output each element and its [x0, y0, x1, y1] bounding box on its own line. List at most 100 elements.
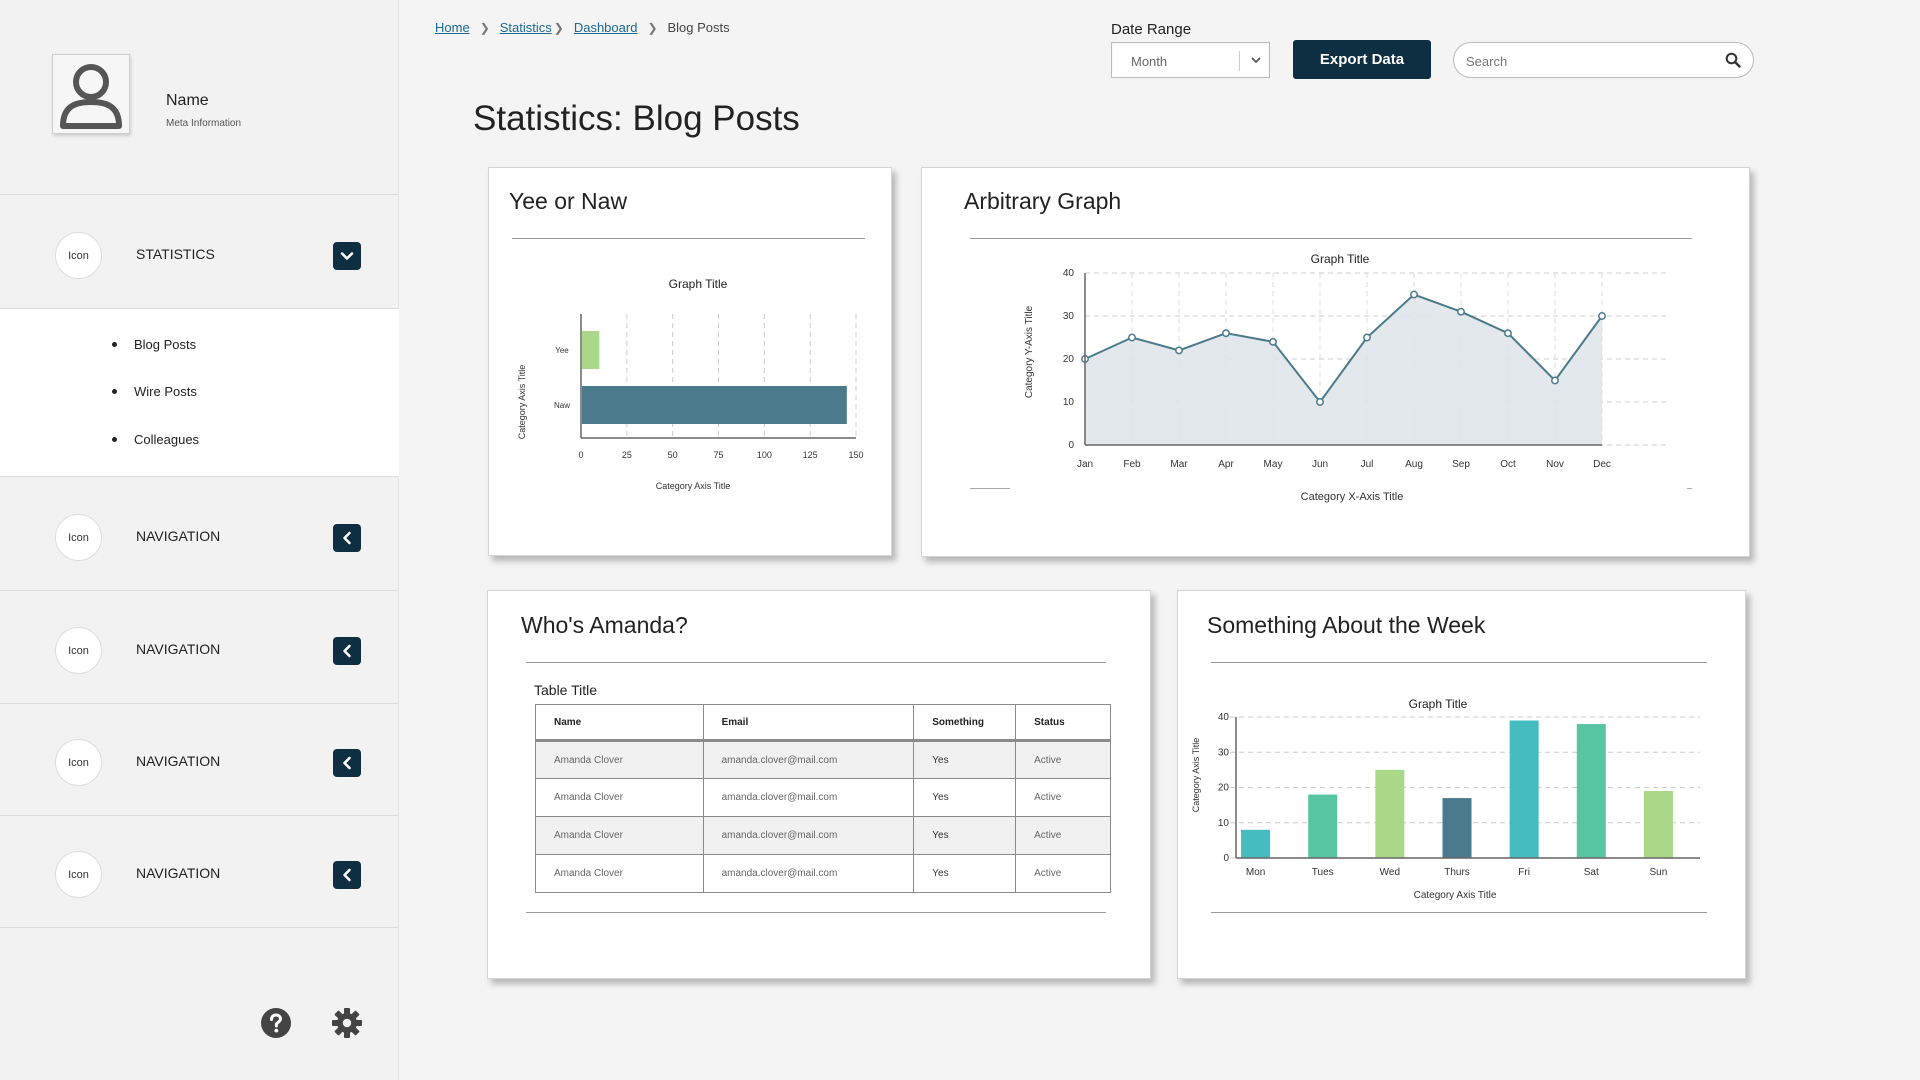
bar — [1576, 724, 1606, 858]
search-icon[interactable] — [1725, 52, 1741, 68]
sidebar-section-navigation-1[interactable]: Icon NAVIGATION — [0, 478, 399, 591]
subnav-item-wire-posts[interactable]: Wire Posts — [112, 384, 197, 399]
chevron-left-icon[interactable] — [333, 749, 361, 777]
sidebar-section-navigation-3[interactable]: Icon NAVIGATION — [0, 703, 399, 816]
export-data-button[interactable]: Export Data — [1293, 40, 1431, 79]
chart-title: Graph Title — [669, 277, 728, 291]
section-icon-placeholder: Icon — [55, 627, 102, 674]
y-axis-title: Category Axis Title — [517, 365, 527, 440]
cell-something: Yes — [913, 740, 1017, 779]
chevron-down-icon[interactable] — [333, 242, 361, 270]
cell-something: Yes — [913, 778, 1017, 817]
data-point — [1269, 337, 1277, 346]
data-point — [1128, 333, 1136, 342]
bar — [1509, 720, 1539, 858]
y-tick-label: 20 — [1218, 783, 1230, 794]
data-point — [1598, 312, 1606, 320]
subnav-item-colleagues[interactable]: Colleagues — [112, 432, 199, 447]
data-point — [1222, 329, 1230, 338]
section-label: NAVIGATION — [136, 865, 221, 881]
y-tick-label: Yee — [555, 346, 569, 355]
profile-panel: Name Meta Information — [0, 0, 399, 195]
y-tick-label: Naw — [554, 401, 570, 410]
section-label: STATISTICS — [136, 246, 215, 262]
bar — [1643, 791, 1673, 858]
breadcrumb-dashboard[interactable]: Dashboard — [574, 20, 638, 35]
search-box — [1453, 42, 1754, 78]
card-title: Yee or Naw — [509, 188, 628, 214]
subnav-label: Colleagues — [134, 432, 200, 447]
search-input[interactable] — [1466, 51, 1706, 71]
avatar[interactable] — [52, 54, 130, 134]
data-point — [1316, 398, 1324, 406]
card-divider — [512, 238, 865, 239]
column-header[interactable]: Something — [913, 704, 1017, 742]
chevron-right-icon: ❯ — [479, 20, 490, 35]
column-header[interactable]: Status — [1015, 704, 1111, 742]
section-label: NAVIGATION — [136, 641, 221, 657]
chevron-left-icon[interactable] — [333, 524, 361, 552]
x-tick-label: Sun — [1650, 867, 1668, 878]
x-tick-label: Jan — [1077, 459, 1093, 470]
x-tick-label: Jun — [1312, 459, 1328, 470]
x-tick-label: 50 — [668, 450, 678, 460]
cell-status: Active — [1015, 778, 1111, 817]
sidebar-section-navigation-4[interactable]: Icon NAVIGATION — [0, 815, 399, 928]
x-tick-label: 125 — [803, 450, 818, 460]
section-label: NAVIGATION — [136, 528, 221, 544]
sidebar-section-statistics[interactable]: Icon STATISTICS — [0, 196, 399, 309]
y-tick-label: 30 — [1218, 747, 1230, 758]
card-divider — [970, 488, 1010, 489]
table-row[interactable]: Amanda Clover amanda.clover@mail.com Yes… — [535, 778, 1111, 817]
subnav-label: Wire Posts — [134, 384, 197, 399]
y-tick-label: 10 — [1063, 397, 1075, 408]
bar — [1375, 769, 1405, 858]
card-divider — [1211, 662, 1707, 663]
x-tick-label: 0 — [578, 450, 583, 460]
chevron-left-icon[interactable] — [333, 861, 361, 889]
data-table: Name Email Something Status Amanda Clove… — [535, 704, 1111, 893]
cell-something: Yes — [913, 816, 1017, 855]
x-tick-label: Jul — [1361, 459, 1374, 470]
bullet-icon — [112, 389, 117, 394]
table-row[interactable]: Amanda Clover amanda.clover@mail.com Yes… — [535, 740, 1111, 779]
sidebar: Name Meta Information Icon STATISTICS Bl… — [0, 0, 399, 1080]
data-point — [1410, 290, 1418, 299]
x-tick-label: Sep — [1452, 459, 1470, 470]
x-tick-label: Feb — [1123, 459, 1141, 470]
statistics-subnav: Blog Posts Wire Posts Colleagues — [0, 309, 399, 477]
x-tick-label: 150 — [848, 450, 863, 460]
cell-status: Active — [1015, 854, 1111, 893]
chart-title: Graph Title — [1409, 697, 1468, 711]
data-point — [1175, 346, 1183, 355]
date-range-select[interactable]: Month — [1111, 42, 1270, 78]
subnav-item-blog-posts[interactable]: Blog Posts — [112, 337, 196, 352]
x-axis-title: Category X-Axis Title — [1301, 491, 1404, 503]
bar — [582, 386, 847, 424]
y-tick-label: 10 — [1218, 818, 1230, 829]
sidebar-section-navigation-2[interactable]: Icon NAVIGATION — [0, 591, 399, 704]
section-icon-placeholder: Icon — [55, 232, 102, 279]
data-point — [1457, 307, 1465, 316]
x-tick-label: Fri — [1518, 867, 1530, 878]
gear-icon[interactable] — [331, 1007, 363, 1044]
section-icon-placeholder: Icon — [55, 851, 102, 898]
cell-email: amanda.clover@mail.com — [702, 778, 915, 817]
x-tick-label: 100 — [757, 450, 772, 460]
card-title: Something About the Week — [1207, 612, 1486, 638]
help-icon[interactable] — [260, 1007, 292, 1044]
card-divider — [526, 662, 1106, 663]
breadcrumb-home[interactable]: Home — [435, 20, 470, 35]
arbitrary-line-chart: Graph Title 0 10 20 30 40 Jan Feb Mar Apr May Jun Ju… — [1024, 252, 1670, 503]
bullet-icon — [112, 437, 117, 442]
column-header[interactable]: Email — [702, 704, 915, 742]
x-tick-label: Sat — [1584, 867, 1599, 878]
cell-name: Amanda Clover — [535, 778, 704, 817]
table-row[interactable]: Amanda Clover amanda.clover@mail.com Yes… — [535, 816, 1111, 855]
y-axis-title: Category Y-Axis Title — [1024, 305, 1035, 398]
table-row[interactable]: Amanda Clover amanda.clover@mail.com Yes… — [535, 854, 1111, 893]
chevron-left-icon[interactable] — [333, 637, 361, 665]
breadcrumb: Home ❯ Statistics ❯ Dashboard ❯ Blog Pos… — [435, 20, 730, 35]
breadcrumb-statistics[interactable]: Statistics — [500, 20, 552, 35]
column-header[interactable]: Name — [535, 704, 704, 742]
